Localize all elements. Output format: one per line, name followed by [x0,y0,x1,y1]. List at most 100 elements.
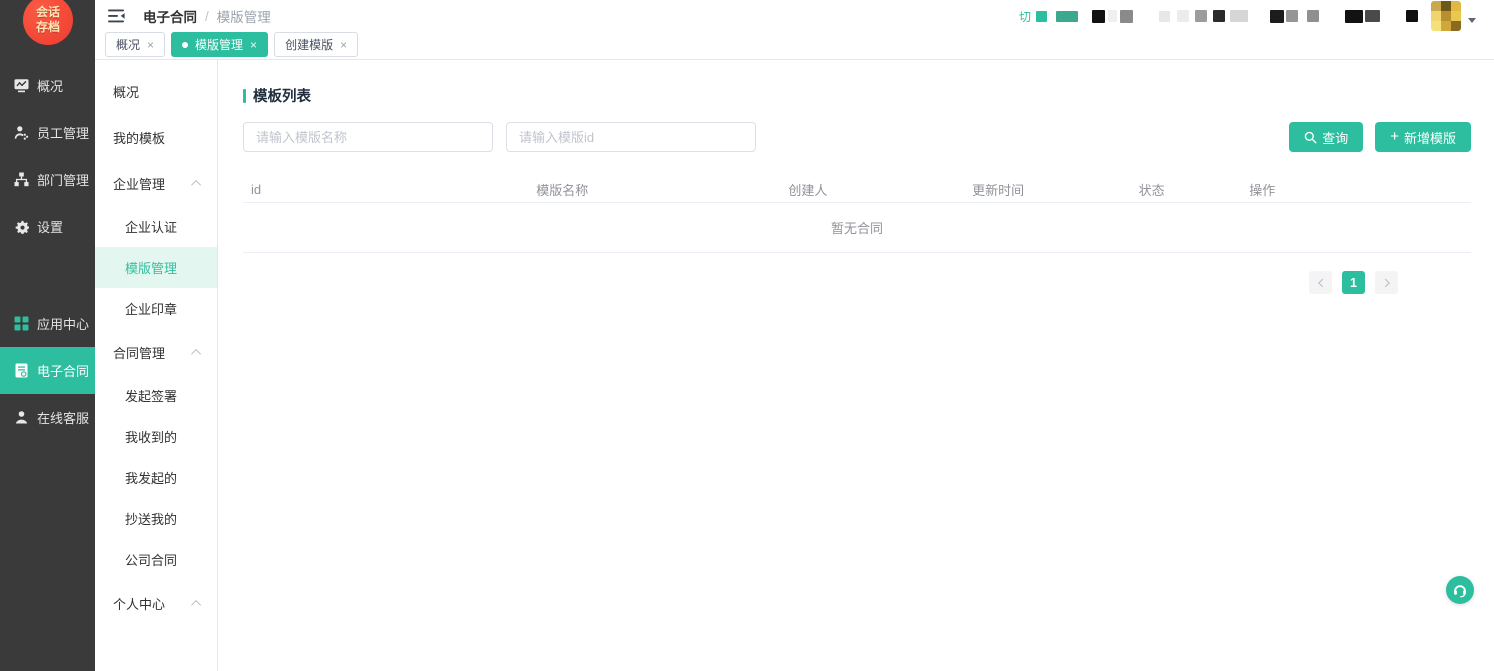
menu-item-cc-to-me[interactable]: 抄送我的 [95,498,217,539]
menu-item-company-contracts[interactable]: 公司合同 [95,539,217,580]
sidebar-item-app-center[interactable]: 应用中心 [0,300,95,347]
tab-create-template[interactable]: 创建模版 × [274,32,358,57]
menu-item-label: 发起签署 [125,386,177,405]
next-page-button[interactable] [1375,271,1398,294]
app-sidebar: 会话 存档 概况 员工管理 部门管理 设置 [0,0,95,671]
redacted-blocks [1031,10,1418,23]
tab-label: 模版管理 [195,36,243,53]
menu-item-label: 公司合同 [125,550,177,569]
menu-item-received[interactable]: 我收到的 [95,416,217,457]
menu-group-label: 个人中心 [113,594,165,613]
tab-label: 概况 [116,36,140,53]
column-header-template-name: 模版名称 [415,180,710,199]
menu-item-enterprise-seal[interactable]: 企业印章 [95,288,217,329]
sidebar-item-econtract[interactable]: 电子合同 [0,347,95,394]
redacted-text-lead: 切 [1019,8,1031,25]
dashboard-icon [14,78,29,93]
org-chart-icon [14,172,29,187]
topbar: 电子合同 / 模版管理 切 [95,0,1494,32]
column-header-id: id [243,182,415,197]
menu-group-contract-management[interactable]: 合同管理 [95,329,217,375]
tab-overview[interactable]: 概况 × [105,32,165,57]
add-template-label: 新增模版 [1404,128,1456,147]
app-grid-icon [14,316,29,331]
section-title: 模板列表 [243,85,1471,106]
sidebar-item-departments[interactable]: 部门管理 [0,156,95,203]
gear-icon [14,219,29,234]
logo-line2: 存档 [36,20,60,35]
contract-doc-icon [14,363,29,378]
topbar-right: 切 [1019,1,1476,31]
menu-item-overview[interactable]: 概况 [95,68,217,114]
close-icon[interactable]: × [340,39,347,51]
app-window: 会话 存档 概况 员工管理 部门管理 设置 [0,0,1494,671]
chevron-down-icon[interactable] [1468,18,1476,23]
customer-service-fab[interactable] [1446,576,1474,604]
title-accent-bar [243,89,246,103]
breadcrumb-separator: / [205,9,209,24]
chevron-up-icon [191,348,201,358]
table-empty-state: 暂无合同 [243,203,1471,253]
column-header-status: 状态 [1090,180,1213,199]
sidebar-item-settings[interactable]: 设置 [0,203,95,250]
page-1-button[interactable]: 1 [1342,271,1365,294]
logo-wrap: 会话 存档 [0,0,95,62]
tab-label: 创建模版 [285,36,333,53]
close-icon[interactable]: × [250,39,257,51]
sidebar-item-employees[interactable]: 员工管理 [0,109,95,156]
right-pane: 电子合同 / 模版管理 切 概况 × 模版管理 × 创建 [95,0,1494,671]
tabbar: 概况 × 模版管理 × 创建模版 × [95,32,1494,60]
sidebar-item-label: 员工管理 [37,123,89,142]
column-header-update-time: 更新时间 [906,180,1090,199]
breadcrumb-current: 模版管理 [217,6,271,26]
menu-item-label: 我的模板 [113,128,165,147]
breadcrumb: 电子合同 / 模版管理 [143,6,271,26]
chevron-up-icon [191,179,201,189]
menu-fold-icon[interactable] [108,9,125,23]
sidebar-item-label: 在线客服 [37,408,89,427]
menu-group-label: 企业管理 [113,174,165,193]
column-header-creator: 创建人 [710,180,906,199]
section-title-text: 模板列表 [253,85,311,106]
template-id-input[interactable] [506,122,756,152]
menu-item-label: 企业认证 [125,217,177,236]
menu-item-label: 模版管理 [125,258,177,277]
close-icon[interactable]: × [147,39,154,51]
menu-item-label: 企业印章 [125,299,177,318]
chevron-up-icon [191,599,201,609]
add-template-button[interactable]: + 新增模版 [1375,122,1471,152]
menu-item-enterprise-certification[interactable]: 企业认证 [95,206,217,247]
menu-item-template-management[interactable]: 模版管理 [95,247,217,288]
search-button-label: 查询 [1322,128,1348,147]
menu-item-my-templates[interactable]: 我的模板 [95,114,217,160]
app-logo[interactable]: 会话 存档 [23,0,73,45]
logo-line1: 会话 [36,5,60,20]
column-header-actions: 操作 [1213,180,1311,199]
avatar[interactable] [1431,1,1461,31]
chevron-right-icon [1381,278,1389,286]
breadcrumb-section[interactable]: 电子合同 [143,6,197,26]
plus-icon: + [1390,129,1399,144]
menu-item-label: 概况 [113,82,139,101]
active-dot-icon [182,42,188,48]
menu-item-initiated-by-me[interactable]: 我发起的 [95,457,217,498]
headset-icon [1452,582,1468,598]
sidebar-item-online-support[interactable]: 在线客服 [0,394,95,441]
template-table: id 模版名称 创建人 更新时间 状态 操作 暂无合同 [243,176,1471,253]
menu-item-label: 抄送我的 [125,509,177,528]
sidebar-item-overview[interactable]: 概况 [0,62,95,109]
menu-group-personal-center[interactable]: 个人中心 [95,580,217,626]
search-button[interactable]: 查询 [1289,122,1363,152]
menu-item-initiate-signing[interactable]: 发起签署 [95,375,217,416]
body-row: 概况 我的模板 企业管理 企业认证 模版管理 企业印章 [95,60,1494,671]
table-header-row: id 模版名称 创建人 更新时间 状态 操作 [243,176,1471,203]
menu-item-label: 我收到的 [125,427,177,446]
prev-page-button[interactable] [1309,271,1332,294]
tab-template-management[interactable]: 模版管理 × [171,32,268,57]
sidebar-item-label: 概况 [37,76,63,95]
employees-icon [14,125,29,140]
template-name-input[interactable] [243,122,493,152]
search-icon [1304,131,1317,144]
menu-group-enterprise-management[interactable]: 企业管理 [95,160,217,206]
support-person-icon [14,410,29,425]
